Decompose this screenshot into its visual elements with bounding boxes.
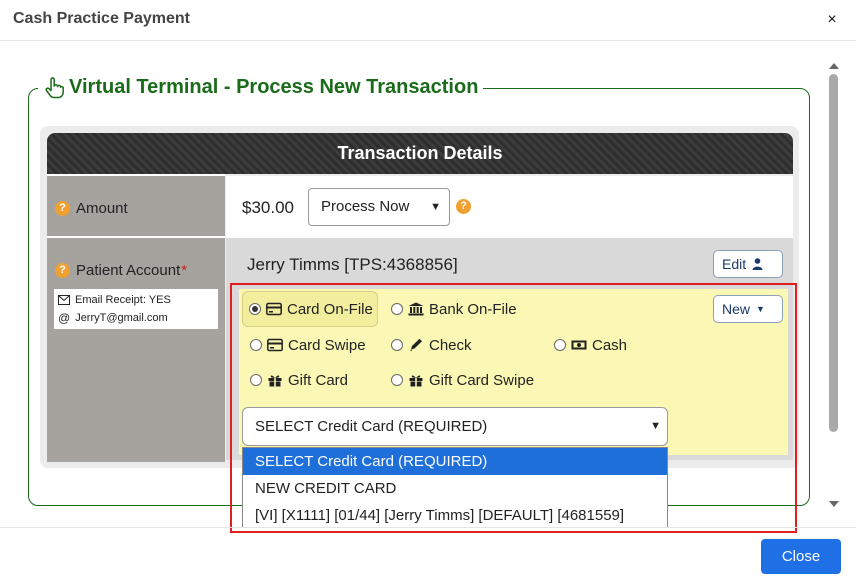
process-mode-value: Process Now: [321, 198, 410, 215]
email-receipt-text: Email Receipt: YES: [75, 294, 171, 306]
legend-text: Virtual Terminal - Process New Transacti…: [69, 76, 479, 98]
envelope-icon: [58, 295, 70, 305]
email-receipt-line: Email Receipt: YES: [58, 291, 214, 309]
close-icon[interactable]: ×: [822, 10, 842, 30]
highlight-frame: [230, 283, 797, 533]
help-icon[interactable]: ?: [55, 201, 70, 216]
amount-label-text: Amount: [76, 200, 128, 217]
amount-value: $30.00: [242, 198, 294, 217]
help-icon[interactable]: ?: [456, 199, 471, 214]
email-address-text: JerryT@gmail.com: [75, 312, 168, 324]
help-icon[interactable]: ?: [55, 263, 70, 278]
amount-label-cell: ? Amount: [47, 174, 225, 238]
edit-label: Edit: [722, 256, 747, 272]
email-receipt-box: Email Receipt: YES @ JerryT@gmail.com: [54, 289, 218, 329]
user-icon: [752, 258, 763, 270]
close-button[interactable]: Close: [761, 539, 841, 574]
scroll-thumb[interactable]: [829, 74, 838, 432]
scroll-down-arrow-icon[interactable]: [829, 501, 839, 507]
at-sign-icon: @: [58, 311, 71, 325]
patient-name: Jerry Timms [TPS:4368856]: [247, 255, 458, 274]
section-legend: Virtual Terminal - Process New Transacti…: [38, 76, 484, 99]
dialog-title: Cash Practice Payment: [13, 10, 190, 27]
required-marker: *: [181, 262, 188, 279]
email-address-line: @ JerryT@gmail.com: [58, 309, 214, 327]
scroll-up-arrow-icon[interactable]: [829, 63, 839, 69]
chevron-down-icon: ▼: [430, 201, 441, 213]
dialog-footer: [0, 527, 856, 584]
amount-label: ? Amount: [55, 200, 128, 217]
patient-label: ? Patient Account *: [55, 262, 187, 279]
hand-pointer-icon: [45, 76, 64, 98]
scrollbar[interactable]: [826, 60, 842, 512]
patient-label-text: Patient Account: [76, 262, 181, 279]
edit-patient-button[interactable]: Edit: [713, 250, 783, 278]
process-mode-select[interactable]: Process Now ▼: [308, 188, 450, 226]
panel-title: Transaction Details: [47, 133, 793, 174]
patient-label-cell: ? Patient Account *: [47, 236, 225, 462]
